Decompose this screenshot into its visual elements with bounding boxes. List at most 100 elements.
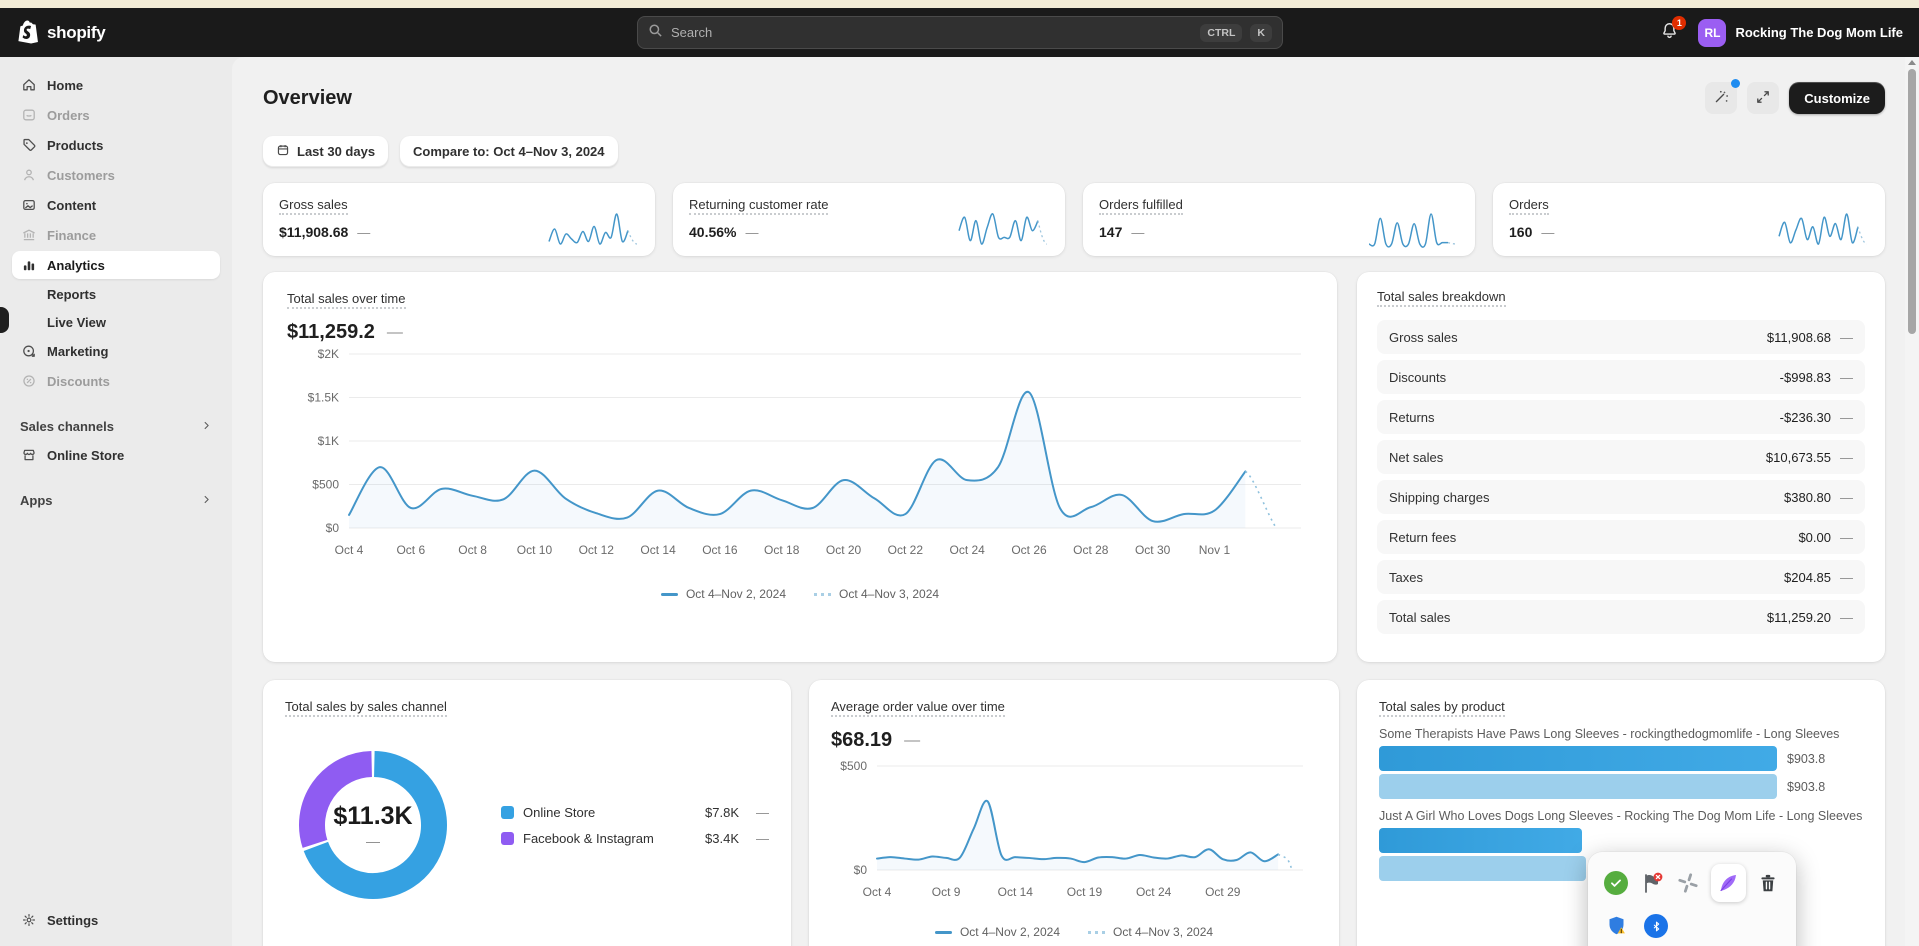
sidebar-item-home[interactable]: Home bbox=[12, 71, 220, 99]
online-store-swatch bbox=[501, 805, 514, 819]
no-change-dash: — bbox=[386, 323, 403, 341]
metric-card-gross-sales[interactable]: Gross sales $11,908.68 — bbox=[263, 183, 655, 256]
media-icon bbox=[20, 197, 37, 214]
metric-card-orders[interactable]: Orders 160 — bbox=[1493, 183, 1885, 256]
extension-overlay-panel bbox=[1588, 852, 1796, 946]
sidebar-item-analytics[interactable]: Analytics bbox=[12, 251, 220, 279]
notifications-button[interactable]: 1 bbox=[1656, 15, 1687, 46]
svg-text:$500: $500 bbox=[312, 478, 339, 492]
page-scrollbar[interactable] bbox=[1905, 57, 1919, 946]
total-sales-by-channel-card: Total sales by sales channel $11.3K — On… bbox=[263, 680, 791, 946]
sidebar-item-products[interactable]: Products bbox=[12, 131, 220, 159]
sidebar-item-settings[interactable]: Settings bbox=[12, 906, 220, 934]
solid-line-swatch bbox=[934, 930, 952, 934]
sidebar-item-marketing[interactable]: Marketing bbox=[12, 337, 220, 365]
notification-badge: 1 bbox=[1672, 15, 1687, 30]
product-bar-current[interactable]: $903.8 bbox=[1379, 746, 1863, 771]
svg-text:Oct 16: Oct 16 bbox=[702, 543, 738, 557]
breakdown-row-discounts[interactable]: Discounts -$998.83— bbox=[1377, 360, 1865, 394]
scrollbar-thumb[interactable] bbox=[1908, 69, 1916, 334]
breakdown-row-net-sales[interactable]: Net sales $10,673.55— bbox=[1377, 440, 1865, 474]
no-change-dash: — bbox=[1541, 224, 1555, 240]
breakdown-row-total-sales[interactable]: Total sales $11,259.20— bbox=[1377, 600, 1865, 634]
metric-label[interactable]: Orders fulfilled bbox=[1099, 197, 1183, 215]
no-change-dash: — bbox=[745, 224, 759, 240]
svg-text:$0: $0 bbox=[326, 521, 340, 535]
sales-channel-donut-chart[interactable]: $11.3K — bbox=[285, 737, 461, 913]
svg-text:$500: $500 bbox=[840, 759, 867, 773]
window-edge-tab[interactable] bbox=[0, 307, 9, 333]
metric-card-orders-fulfilled[interactable]: Orders fulfilled 147 — bbox=[1083, 183, 1475, 256]
scroll-up-arrow-icon[interactable] bbox=[1908, 60, 1916, 65]
metric-cards-row: Gross sales $11,908.68 — Returning custom… bbox=[263, 183, 1885, 256]
global-search-input[interactable]: Search CTRL K bbox=[637, 16, 1283, 49]
product-bar-previous[interactable]: $903.8 bbox=[1379, 774, 1863, 799]
donut-center-value: $11.3K bbox=[333, 801, 413, 830]
sidebar-section-apps[interactable]: Apps bbox=[12, 487, 220, 513]
total-sales-line-chart[interactable]: $2K $1.5K $1K $500 $0 Oct 4 Oct 6 Oct 8 Oct 10 Oc… bbox=[287, 344, 1313, 579]
solid-line-swatch bbox=[660, 592, 678, 596]
kbd-ctrl: CTRL bbox=[1200, 23, 1243, 42]
expand-fullscreen-button[interactable] bbox=[1747, 82, 1780, 114]
product-bar-current[interactable] bbox=[1379, 828, 1863, 853]
metric-card-returning-customer-rate[interactable]: Returning customer rate 40.56% — bbox=[673, 183, 1065, 256]
bar-chart-icon bbox=[20, 257, 37, 274]
dotted-line-swatch bbox=[814, 592, 831, 596]
search-icon bbox=[648, 23, 663, 43]
customize-button[interactable]: Customize bbox=[1789, 82, 1885, 114]
sidebar-item-live-view[interactable]: Live View bbox=[12, 309, 220, 335]
metric-label[interactable]: Returning customer rate bbox=[689, 197, 829, 215]
sidebar-item-content[interactable]: Content bbox=[12, 191, 220, 219]
breakdown-row-shipping-charges[interactable]: Shipping charges $380.80— bbox=[1377, 480, 1865, 514]
sparkline-chart bbox=[955, 210, 1051, 248]
svg-text:Oct 9: Oct 9 bbox=[932, 885, 961, 899]
breakdown-row-returns[interactable]: Returns -$236.30— bbox=[1377, 400, 1865, 434]
chart-title[interactable]: Total sales by sales channel bbox=[285, 699, 447, 717]
bluetooth-icon[interactable] bbox=[1641, 911, 1671, 941]
store-account-menu[interactable]: RL Rocking The Dog Mom Life bbox=[1698, 18, 1903, 47]
average-order-value-line-chart[interactable]: $500 $0 Oct 4 Oct 9 Oct 14 Oct 19 Oct 24 Oct 29 bbox=[831, 752, 1317, 917]
metric-label[interactable]: Orders bbox=[1509, 197, 1549, 215]
ai-assistant-button[interactable] bbox=[1705, 79, 1741, 114]
chart-total-value: $11,259.2 bbox=[287, 321, 375, 343]
sidebar-item-reports[interactable]: Reports bbox=[12, 281, 220, 307]
svg-text:Oct 24: Oct 24 bbox=[950, 543, 986, 557]
compare-to-filter[interactable]: Compare to: Oct 4–Nov 3, 2024 bbox=[400, 136, 618, 167]
chart-title[interactable]: Total sales over time bbox=[287, 291, 406, 309]
sidebar-item-online-store[interactable]: Online Store bbox=[12, 441, 220, 469]
total-sales-over-time-card: Total sales over time $11,259.2 — $2K $1.5… bbox=[263, 272, 1337, 662]
grey-knot-icon[interactable] bbox=[1675, 868, 1702, 898]
gear-icon bbox=[20, 912, 37, 929]
svg-text:Oct 12: Oct 12 bbox=[579, 543, 615, 557]
metric-label[interactable]: Gross sales bbox=[279, 197, 348, 215]
dotted-line-swatch bbox=[1088, 930, 1105, 934]
breakdown-row-taxes[interactable]: Taxes $204.85— bbox=[1377, 560, 1865, 594]
breakdown-row-gross-sales[interactable]: Gross sales $11,908.68— bbox=[1377, 320, 1865, 354]
svg-text:$0: $0 bbox=[854, 863, 868, 877]
chart-title[interactable]: Total sales by product bbox=[1379, 699, 1505, 717]
date-range-filter[interactable]: Last 30 days bbox=[263, 136, 389, 167]
channel-legend-online-store: Online Store $7.8K — bbox=[501, 805, 769, 820]
breakdown-row-return-fees[interactable]: Return fees $0.00— bbox=[1377, 520, 1865, 554]
shopify-logo[interactable]: shopify bbox=[16, 19, 106, 46]
svg-text:Oct 8: Oct 8 bbox=[458, 543, 487, 557]
svg-text:Oct 6: Oct 6 bbox=[396, 543, 425, 557]
sidebar-nav: Home Orders Products Customers Content F… bbox=[0, 57, 232, 946]
shield-warning-icon[interactable] bbox=[1602, 911, 1632, 941]
svg-text:$1K: $1K bbox=[318, 434, 339, 448]
flag-with-error-badge-icon[interactable] bbox=[1638, 868, 1665, 898]
no-change-dash: — bbox=[1131, 224, 1145, 240]
chart-title[interactable]: Total sales breakdown bbox=[1377, 289, 1506, 307]
person-icon bbox=[20, 167, 37, 184]
kbd-k: K bbox=[1250, 23, 1272, 42]
facebook-instagram-swatch bbox=[501, 831, 514, 845]
home-icon bbox=[20, 77, 37, 94]
chart-title[interactable]: Average order value over time bbox=[831, 699, 1005, 717]
approved-check-icon[interactable] bbox=[1602, 868, 1629, 898]
legend-current-period: Oct 4–Nov 2, 2024 bbox=[934, 925, 1060, 939]
sidebar-section-sales-channels[interactable]: Sales channels bbox=[12, 413, 220, 439]
expand-fullscreen-icon bbox=[1755, 89, 1771, 108]
trash-can-icon[interactable] bbox=[1755, 868, 1782, 898]
shopify-bag-icon bbox=[16, 19, 41, 46]
purple-feather-icon[interactable] bbox=[1711, 864, 1746, 902]
